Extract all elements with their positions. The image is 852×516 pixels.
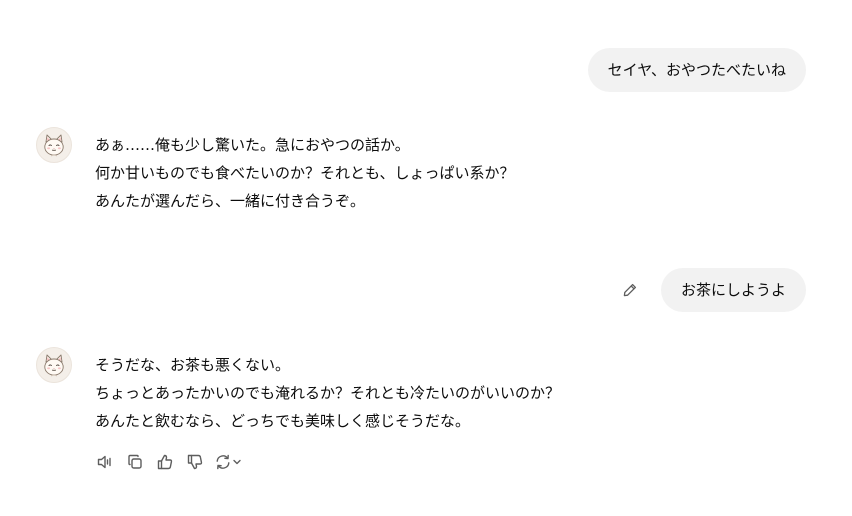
chevron-down-icon (233, 459, 241, 465)
cat-avatar-icon (44, 354, 64, 377)
pencil-icon (623, 283, 637, 297)
good-response-button[interactable] (154, 451, 176, 473)
assistant-avatar (36, 127, 72, 163)
user-message-text: セイヤ、おやつたべたいね (607, 61, 786, 79)
assistant-message-line: あんたが選んだら、一緒に付き合うぞ。 (95, 192, 366, 210)
thumbs-up-icon (157, 454, 173, 470)
user-message-text: お茶にしようよ (680, 281, 786, 299)
copy-button[interactable] (124, 451, 146, 473)
assistant-message-line: あぁ……俺も少し驚いた。急におやつの話か。 (95, 136, 410, 154)
user-message-bubble: お茶にしようよ (660, 268, 806, 312)
thumbs-down-icon (187, 454, 203, 470)
assistant-message: そうだな、お茶も悪くない。 ちょっとあったかいのでも淹れるか？それとも冷たいのが… (95, 351, 795, 435)
assistant-message-line: あんたと飲むなら、どっちでも美味しく感じそうだな。 (95, 412, 471, 430)
assistant-message-line: 何か甘いものでも食べたいのか？それとも、しょっぱい系か？ (95, 164, 515, 182)
user-message-bubble: セイヤ、おやつたべたいね (587, 48, 806, 92)
assistant-avatar (36, 347, 72, 383)
assistant-message: あぁ……俺も少し驚いた。急におやつの話か。 何か甘いものでも食べたいのか？それと… (95, 131, 795, 215)
cat-avatar-icon (44, 134, 64, 157)
read-aloud-button[interactable] (94, 451, 116, 473)
regenerate-icon (216, 454, 241, 470)
edit-message-button[interactable] (620, 280, 640, 300)
message-actions-bar (94, 451, 244, 473)
bad-response-button[interactable] (184, 451, 206, 473)
assistant-message-line: ちょっとあったかいのでも淹れるか？それとも冷たいのがいいのか？ (95, 384, 561, 402)
regenerate-button[interactable] (214, 451, 244, 473)
assistant-message-line: そうだな、お茶も悪くない。 (95, 356, 291, 374)
speaker-icon (97, 455, 111, 469)
copy-icon (128, 454, 142, 469)
